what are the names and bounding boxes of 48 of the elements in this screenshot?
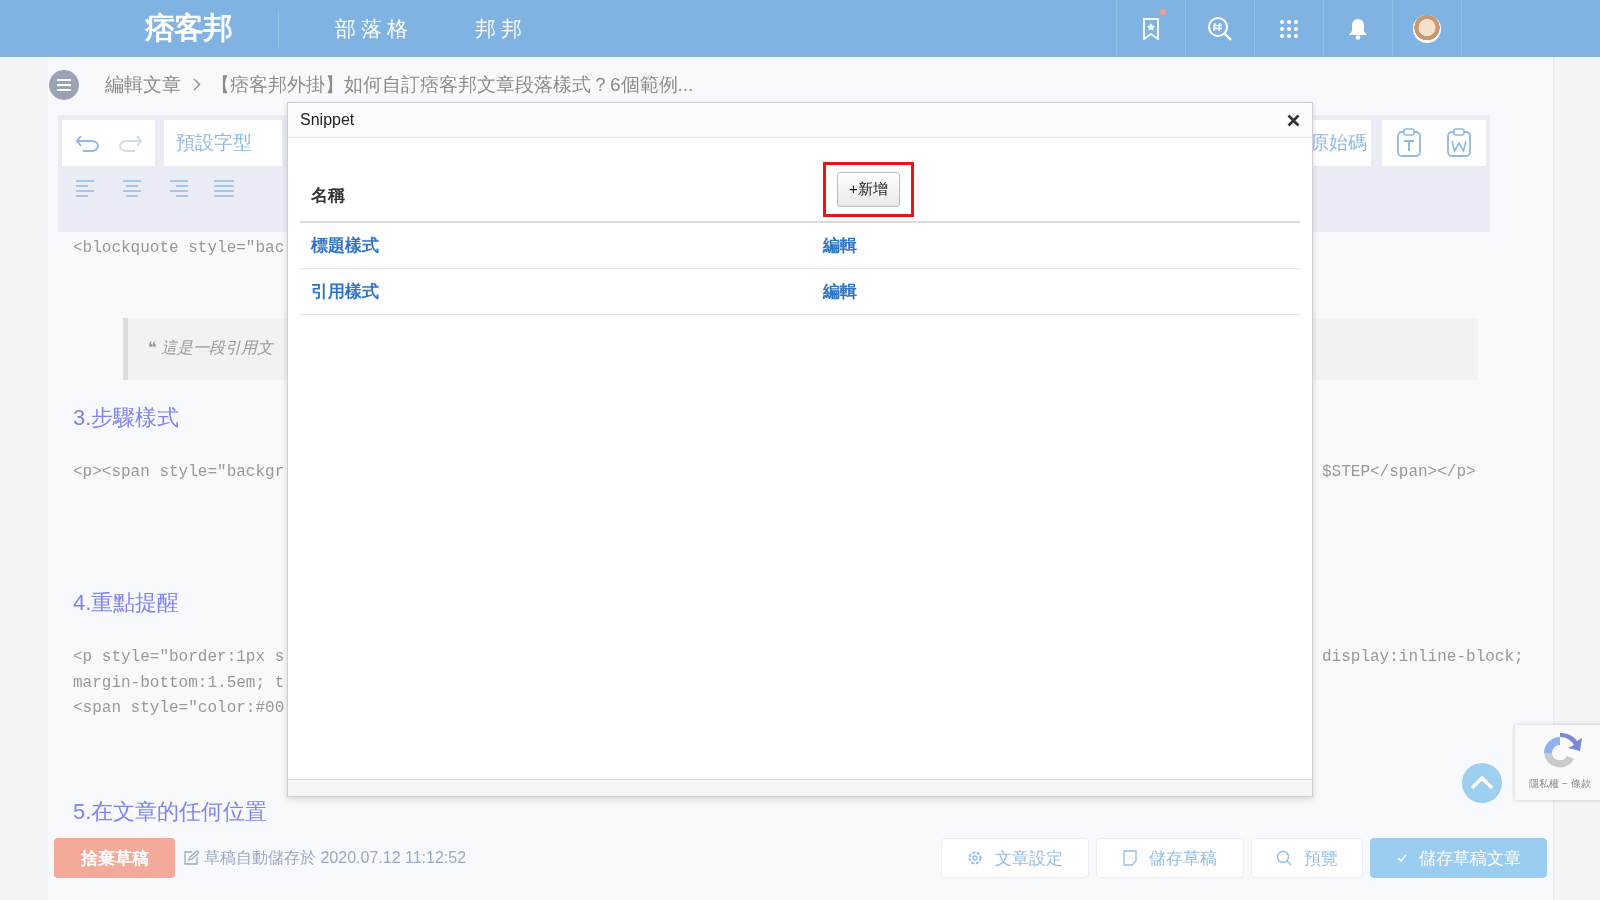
clipboard-word-icon[interactable] [1446,128,1472,158]
note-icon [1123,850,1137,866]
close-icon[interactable] [1287,113,1300,127]
dialog-title: Snippet [300,111,355,129]
autosave-text: 草稿自動儲存於 2020.07.12 11:12:52 [204,847,467,868]
draft-button[interactable]: 儲存草稿 [1096,838,1244,878]
column-header: 名稱 [311,185,346,207]
gear-icon [967,850,983,866]
undo-icon[interactable] [74,134,101,152]
code-line: <blockquote style="bac [73,238,285,259]
publish-button[interactable]: 儲存草稿文章 [1370,838,1547,878]
edit-link[interactable]: 編輯 [823,280,1300,303]
chevron-up-icon [1470,776,1494,790]
site-logo[interactable]: 痞客邦 [145,8,240,49]
code-line: display:inline-block; [1322,647,1525,668]
check-icon [1396,854,1407,862]
snippet-name-link[interactable]: 引用樣式 [311,280,823,303]
clipboard-text-icon[interactable] [1396,128,1422,158]
code-line: margin-bottom:1.5em; t [73,672,285,694]
align-left-icon[interactable] [76,180,96,197]
menu-icon[interactable] [49,69,79,100]
search-icon [1276,850,1292,866]
code-line: <span style="color:#00 [73,698,285,719]
nav-link[interactable]: 邦邦 [469,10,533,47]
discard-draft-button[interactable]: 捨棄草稿 [54,838,175,878]
add-button[interactable]: +新增 [837,172,900,207]
code-line: <p><span style="backgr [73,461,285,483]
heading: 3.步驟樣式 [73,404,180,430]
chevron-icon [193,78,201,91]
settings-button[interactable]: 文章設定 [941,838,1089,878]
breadcrumb-item: 【痞客邦外掛】如何自訂痞客邦文章段落樣式？6個範例... [211,72,694,97]
edit-icon [183,850,199,866]
quote-text: ❝ 這是一段引用文 [148,338,274,358]
preview-button[interactable]: 預覽 [1251,838,1363,878]
edit-link[interactable]: 編輯 [823,234,1300,257]
breadcrumb-item[interactable]: 編輯文章 [105,71,181,98]
align-right-icon[interactable] [168,180,188,197]
redo-icon[interactable] [116,134,143,152]
align-center-icon[interactable] [122,180,142,197]
recaptcha-links[interactable]: 隱私權 − 條款 [1529,777,1591,791]
justify-icon[interactable] [214,180,234,197]
font-select[interactable]: 預設字型 [164,120,282,166]
nav-link[interactable]: 部落格 [329,10,419,47]
heading: 5.在文章的任何位置 [73,798,268,824]
code-line: <p style="border:1px s [73,647,285,668]
code-line: $STEP</span></p> [1322,461,1477,483]
snippet-name-link[interactable]: 標題樣式 [311,234,823,257]
heading: 4.重點提醒 [73,590,180,615]
